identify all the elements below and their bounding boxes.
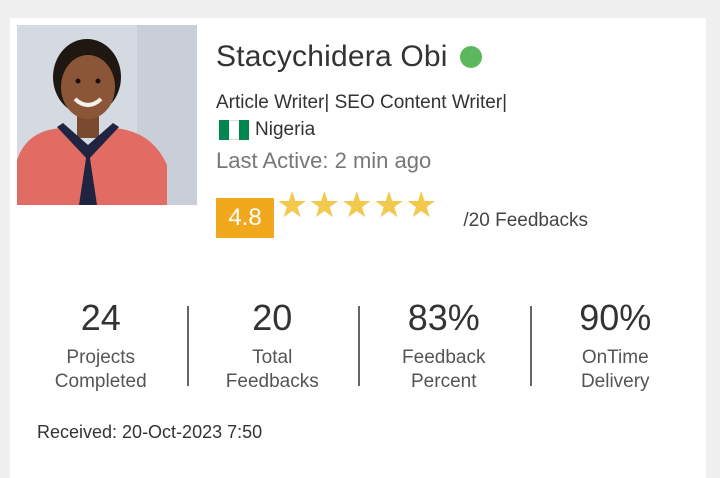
- rating-row: 4.8 ★ ★ ★ ★ ★ /20 Feedbacks: [216, 186, 588, 238]
- stat-label: Feedback Percent: [384, 346, 504, 394]
- freelancer-role: Article Writer| SEO Content Writer|: [216, 92, 508, 113]
- star-icon: ★: [340, 185, 373, 226]
- stat-value: 20: [252, 297, 293, 338]
- star-icon: ★: [405, 185, 438, 226]
- stat-label-line: Feedback: [402, 347, 486, 368]
- stat-label-line: Completed: [54, 371, 147, 392]
- stat-label-line: Projects: [66, 347, 136, 368]
- star-icon: ★: [372, 185, 406, 226]
- freelancer-name[interactable]: Stacychidera Obi: [216, 40, 448, 74]
- stat-label-line: Delivery: [580, 371, 650, 392]
- stat-ontime-delivery: 90% OnTime Delivery: [529, 290, 702, 394]
- star-icon: ★: [308, 185, 341, 226]
- star-icon: ★: [276, 185, 309, 226]
- online-status-icon: [459, 46, 482, 68]
- stat-label-line: Total: [252, 347, 293, 368]
- stat-value: 83%: [407, 297, 480, 338]
- feedback-count[interactable]: /20 Feedbacks: [463, 210, 588, 232]
- name-row: Stacychidera Obi: [216, 40, 482, 74]
- stats-row: 24 Projects Completed 20 Total Feedbacks…: [15, 290, 701, 394]
- nigeria-flag-icon: [219, 120, 249, 140]
- stat-value: 24: [80, 297, 121, 338]
- star-rating: ★ ★ ★ ★ ★: [276, 186, 437, 226]
- profile-photo-image: [17, 25, 197, 205]
- country-row: Nigeria: [219, 119, 315, 141]
- country-name: Nigeria: [255, 119, 316, 140]
- stat-projects-completed: 24 Projects Completed: [15, 290, 187, 394]
- stat-feedback-percent: 83% Feedback Percent: [358, 290, 530, 394]
- received-timestamp: Received: 20-Oct-2023 7:50: [37, 422, 263, 442]
- stat-label: Total Feedbacks: [212, 346, 332, 394]
- last-active: Last Active: 2 min ago: [216, 148, 432, 173]
- stat-label: OnTime Delivery: [555, 346, 675, 394]
- freelancer-profile-card: Stacychidera Obi Article Writer| SEO Con…: [10, 18, 706, 478]
- profile-photo[interactable]: [17, 25, 197, 205]
- stat-label-line: Percent: [411, 371, 477, 392]
- stat-label: Projects Completed: [41, 346, 161, 394]
- rating-badge: 4.8: [216, 198, 274, 238]
- stat-total-feedbacks: 20 Total Feedbacks: [186, 290, 359, 394]
- stat-label-line: Feedbacks: [225, 371, 319, 392]
- stat-label-line: OnTime: [581, 347, 649, 368]
- stat-value: 90%: [579, 297, 652, 338]
